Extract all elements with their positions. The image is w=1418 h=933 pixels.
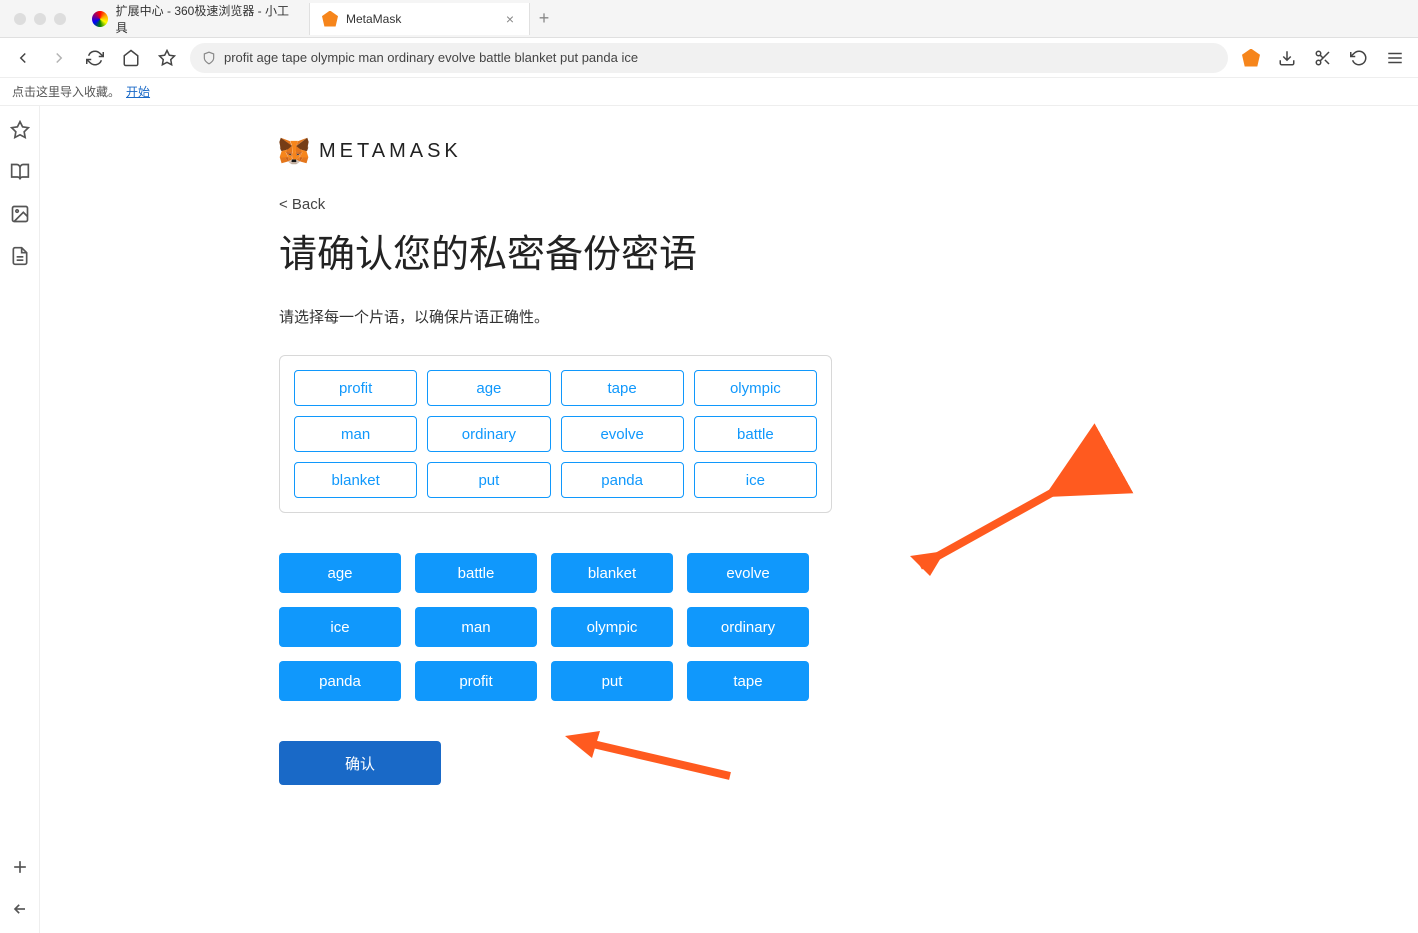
available-words-grid: age battle blanket evolve iceman olympic ordin… <box>279 553 809 701</box>
bookmarks-bar: 点击这里导入收藏。 开始 <box>0 78 1418 106</box>
star-icon[interactable] <box>10 120 30 140</box>
browser-toolbar: profit age tape olympic man ordinary evo… <box>0 38 1418 78</box>
selected-word-chip[interactable]: ordinary <box>427 416 550 452</box>
undo-button[interactable] <box>1346 45 1372 71</box>
menu-button[interactable] <box>1382 45 1408 71</box>
available-word-chip[interactable]: ice <box>279 607 401 647</box>
selected-word-chip[interactable]: profit <box>294 370 417 406</box>
fox-icon <box>279 136 309 166</box>
page-title: 请确认您的私密备份密语 <box>279 223 1179 278</box>
maximize-window-button[interactable] <box>54 13 66 25</box>
confirm-button[interactable]: 确认 <box>279 741 441 785</box>
available-word-chip[interactable]: panda <box>279 661 401 701</box>
window-title-bar: 扩展中心 - 360极速浏览器 - 小工具 MetaMask × + <box>0 0 1418 38</box>
forward-button[interactable] <box>46 45 72 71</box>
selected-word-chip[interactable]: ice <box>694 462 817 498</box>
scissors-button[interactable] <box>1310 45 1336 71</box>
tab-metamask[interactable]: MetaMask × <box>310 3 530 35</box>
selected-word-chip[interactable]: evolve <box>561 416 684 452</box>
available-word-chip[interactable]: evolve <box>687 553 809 593</box>
shield-icon <box>202 51 216 65</box>
home-button[interactable] <box>118 45 144 71</box>
image-icon[interactable] <box>10 204 30 224</box>
address-bar[interactable]: profit age tape olympic man ordinary evo… <box>190 43 1228 73</box>
plus-icon[interactable] <box>10 857 30 877</box>
left-sidebar <box>0 106 40 933</box>
selected-word-chip[interactable]: battle <box>694 416 817 452</box>
minimize-window-button[interactable] <box>34 13 46 25</box>
metamask-logo: METAMASK <box>279 136 1179 166</box>
close-window-button[interactable] <box>14 13 26 25</box>
logo-text: METAMASK <box>319 140 462 163</box>
bookmarks-start-link[interactable]: 开始 <box>126 83 150 100</box>
file-icon[interactable] <box>10 246 30 266</box>
available-word-chip[interactable]: profit <box>415 661 537 701</box>
available-word-chip[interactable]: tape <box>687 661 809 701</box>
reload-button[interactable] <box>82 45 108 71</box>
selected-word-chip[interactable]: tape <box>561 370 684 406</box>
close-tab-icon[interactable]: × <box>503 12 517 26</box>
available-word-chip[interactable]: age <box>279 553 401 593</box>
selected-words-box: profit agetape olympic man ordinary evolve bat… <box>279 355 832 513</box>
address-text: profit age tape olympic man ordinary evo… <box>224 50 638 65</box>
selected-word-chip[interactable]: put <box>427 462 550 498</box>
selected-word-chip[interactable]: age <box>427 370 550 406</box>
available-word-chip[interactable]: put <box>551 661 673 701</box>
back-link[interactable]: < Back <box>279 196 1179 213</box>
tab-extension-center[interactable]: 扩展中心 - 360极速浏览器 - 小工具 <box>80 3 310 35</box>
page-subtitle: 请选择每一个片语，以确保片语正确性。 <box>279 306 1179 327</box>
favorites-button[interactable] <box>154 45 180 71</box>
metamask-extension-button[interactable] <box>1238 45 1264 71</box>
book-icon[interactable] <box>10 162 30 182</box>
favicon-metamask-icon <box>322 11 338 27</box>
back-button[interactable] <box>10 45 36 71</box>
tab-label: 扩展中心 - 360极速浏览器 - 小工具 <box>116 2 297 36</box>
new-tab-button[interactable]: + <box>530 8 558 29</box>
bookmarks-hint-text: 点击这里导入收藏。 <box>12 83 120 100</box>
available-word-chip[interactable]: battle <box>415 553 537 593</box>
available-word-chip[interactable]: blanket <box>551 553 673 593</box>
selected-word-chip[interactable]: panda <box>561 462 684 498</box>
download-button[interactable] <box>1274 45 1300 71</box>
collapse-icon[interactable] <box>10 899 30 919</box>
tab-label: MetaMask <box>346 12 491 26</box>
page-content: METAMASK < Back 请确认您的私密备份密语 请选择每一个片语，以确保… <box>40 106 1418 933</box>
selected-word-chip[interactable]: man <box>294 416 417 452</box>
available-word-chip[interactable]: olympic <box>551 607 673 647</box>
selected-word-chip[interactable]: olympic <box>694 370 817 406</box>
favicon-360-icon <box>92 11 108 27</box>
traffic-lights <box>0 13 80 25</box>
selected-word-chip[interactable]: blanket <box>294 462 417 498</box>
tab-strip: 扩展中心 - 360极速浏览器 - 小工具 MetaMask × + <box>80 3 1418 35</box>
available-word-chip[interactable]: man <box>415 607 537 647</box>
available-word-chip[interactable]: ordinary <box>687 607 809 647</box>
